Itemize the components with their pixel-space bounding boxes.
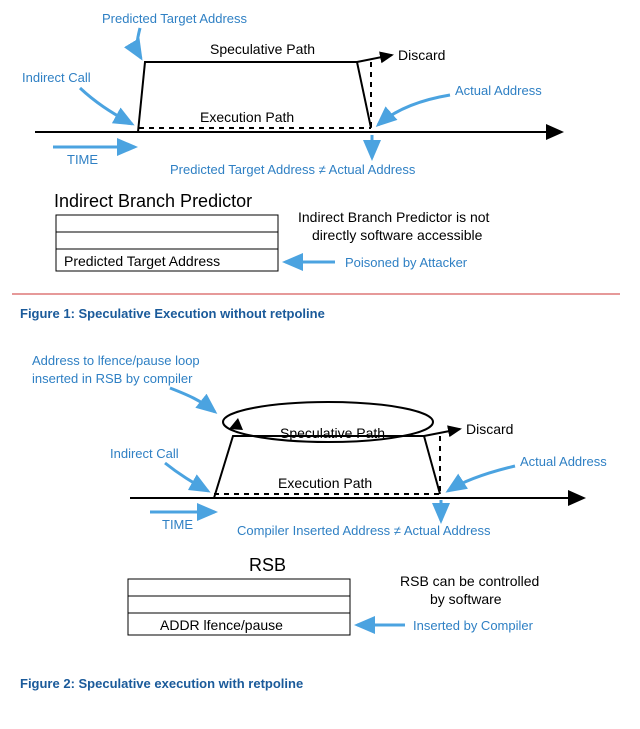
fig2-note-line2: by software (430, 591, 502, 607)
fig2-actual-address-label: Actual Address (520, 454, 607, 469)
fig2-caption: Figure 2: Speculative execution with ret… (20, 676, 303, 691)
fig2-speculative-path-label: Speculative Path (280, 425, 385, 441)
fig1-discard-label: Discard (398, 47, 445, 63)
fig2-discard-label: Discard (466, 421, 513, 437)
fig1-table-title: Indirect Branch Predictor (54, 191, 252, 211)
fig1-execution-path-label: Execution Path (200, 109, 294, 125)
fig1-indirect-call-arrow (80, 88, 132, 124)
fig1-actual-address-arrow (378, 95, 450, 125)
fig1-poisoned-label: Poisoned by Attacker (345, 255, 468, 270)
fig2-note-line1: RSB can be controlled (400, 573, 539, 589)
fig1-note-line1: Indirect Branch Predictor is not (298, 209, 490, 225)
fig2-indirect-call-arrow (165, 463, 208, 491)
fig2-addr-line1: Address to lfence/pause loop (32, 353, 200, 368)
fig1-inequality-label: Predicted Target Address ≠ Actual Addres… (170, 162, 416, 177)
fig1-actual-address-label: Actual Address (455, 83, 542, 98)
fig2-inserted-label: Inserted by Compiler (413, 618, 534, 633)
fig1-speculative-path-label: Speculative Path (210, 41, 315, 57)
fig2-discard-arrow (424, 429, 460, 436)
fig1-predicted-target-label: Predicted Target Address (102, 11, 248, 26)
fig1-table-row3-label: Predicted Target Address (64, 253, 220, 269)
fig1-caption: Figure 1: Speculative Execution without … (20, 306, 325, 321)
fig1-discard-arrow (357, 55, 392, 62)
fig1-note-line2: directly software accessible (312, 227, 483, 243)
fig2-time-label: TIME (162, 517, 193, 532)
fig1-time-label: TIME (67, 152, 98, 167)
fig2-execution-path-label: Execution Path (278, 475, 372, 491)
fig2-addr-line2: inserted in RSB by compiler (32, 371, 193, 386)
fig1-predicted-target-arrow (137, 28, 141, 58)
fig1-indirect-call-label: Indirect Call (22, 70, 91, 85)
fig2-addr-arrow (170, 388, 215, 412)
fig2-inequality-label: Compiler Inserted Address ≠ Actual Addre… (237, 523, 491, 538)
fig2-loop-arrowhead (229, 418, 243, 430)
fig2-indirect-call-label: Indirect Call (110, 446, 179, 461)
fig2-actual-address-arrow (448, 466, 515, 491)
fig2-table-title: RSB (249, 555, 286, 575)
fig2-table-row3-label: ADDR lfence/pause (160, 617, 283, 633)
